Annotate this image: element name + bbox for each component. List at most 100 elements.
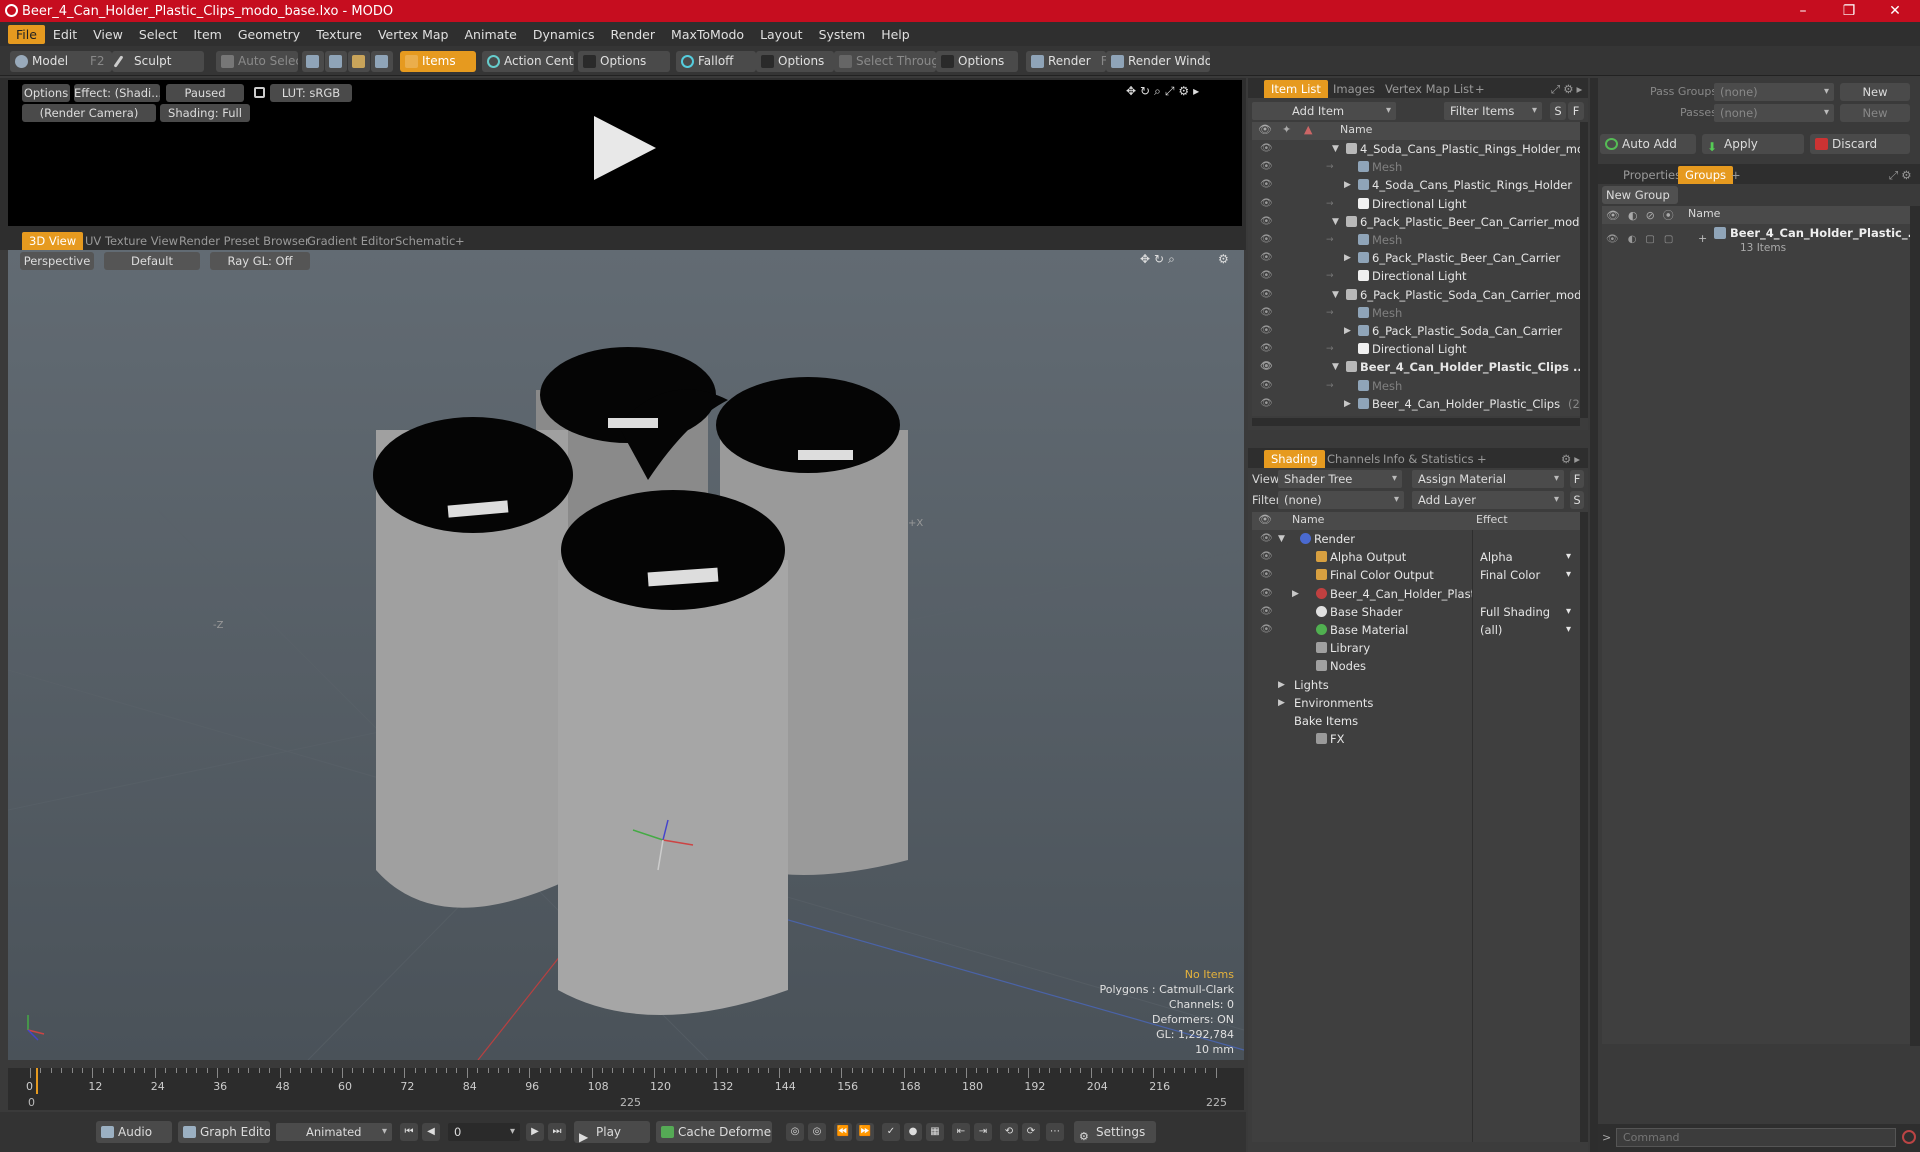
groups-scrollbar[interactable] (1910, 206, 1920, 1046)
item-list-row[interactable]: 👁 ▶ 6_Pack_Plastic_Soda_Can_Carrier (1252, 322, 1580, 340)
item-list-row[interactable]: 👁 → Mesh (1252, 158, 1580, 176)
visibility-eye-icon[interactable]: 👁 (1260, 162, 1273, 172)
grid-icon[interactable]: ▦ (926, 1123, 944, 1141)
visibility-eye-icon[interactable]: 👁 (1260, 362, 1273, 372)
visibility-eye-icon[interactable]: 👁 (1260, 235, 1273, 245)
play-icon[interactable] (592, 114, 658, 182)
auto-key-icon[interactable]: ✓ (882, 1123, 900, 1141)
chevron-down-icon[interactable]: ▾ (1566, 621, 1571, 639)
menu-file[interactable]: File (8, 24, 45, 44)
timeline[interactable]: 0 12 24 36 48 60 72 84 96 108 120 132 144 156 168 180 19… (8, 1068, 1244, 1110)
effect-dropdown[interactable]: Full Shading (1480, 603, 1550, 621)
item-list-row[interactable]: 👁 ▶ Beer_4_Can_Holder_Plastic_Clips (2) (1252, 395, 1580, 413)
shader-tree-row[interactable]: FX (1252, 730, 1580, 748)
visibility-eye-icon[interactable]: 👁 (1260, 534, 1273, 544)
item-list-row[interactable]: 👁 → Directional Light (1252, 195, 1580, 213)
menu-view[interactable]: View (85, 25, 131, 44)
key-icon[interactable]: ◎ (786, 1123, 804, 1141)
add-tab-icon[interactable]: + (1724, 166, 1748, 184)
play-button[interactable]: ▶ Play (574, 1121, 650, 1143)
render-camera-dropdown[interactable]: (Render Camera) (22, 104, 156, 122)
menu-render[interactable]: Render (603, 25, 664, 44)
auto-select-button[interactable]: Auto Select (216, 51, 298, 72)
settings-button[interactable]: ⚙ Settings (1074, 1121, 1156, 1143)
visibility-eye-icon[interactable]: 👁 (1260, 344, 1273, 354)
apply-button[interactable]: ⬇ Apply (1702, 134, 1804, 154)
materials-mode-button[interactable] (371, 51, 393, 72)
item-list-row[interactable]: 👁 → Mesh (1252, 304, 1580, 322)
viewport-settings-icon[interactable]: ⚙ (1218, 252, 1229, 266)
menu-maxtomodo[interactable]: MaxToModo (663, 25, 752, 44)
minimize-button[interactable]: – (1780, 0, 1826, 22)
group-row-icons[interactable]: 👁◐▢▢ (1606, 234, 1682, 245)
loop-icon[interactable]: ⟲ (1000, 1123, 1018, 1141)
polygons-mode-button[interactable] (348, 51, 370, 72)
menu-select[interactable]: Select (131, 25, 186, 44)
menu-layout[interactable]: Layout (752, 25, 811, 44)
filter-dropdown[interactable]: (none) (1278, 491, 1404, 509)
item-list-row[interactable]: 👁 ▼ Beer_4_Can_Holder_Plastic_Clips ... (1252, 358, 1580, 376)
item-list-row[interactable]: 👁 ▶ 6_Pack_Plastic_Beer_Can_Carrier (1252, 249, 1580, 267)
action-center-button[interactable]: Action Center (482, 51, 574, 72)
chevron-down-icon[interactable]: ▾ (1566, 548, 1571, 566)
visibility-eye-icon[interactable]: 👁 (1260, 144, 1273, 154)
pass-groups-dropdown[interactable]: (none) (1714, 83, 1834, 101)
visibility-eye-icon[interactable]: 👁 (1260, 180, 1273, 190)
expand-icon[interactable]: ▶ (1278, 694, 1285, 712)
panel-options-icon[interactable]: ⚙▸ (1554, 450, 1590, 468)
tab-shading[interactable]: Shading (1264, 450, 1325, 468)
item-list-scrollbar[interactable] (1580, 122, 1588, 418)
select-through-button[interactable]: Select Through (834, 51, 936, 72)
command-input[interactable] (1616, 1128, 1896, 1147)
view-dropdown[interactable]: Shader Tree (1278, 470, 1402, 488)
shader-tree-row[interactable]: 👁 Alpha Output Alpha ▾ (1252, 548, 1580, 566)
s-button[interactable]: S (1570, 491, 1584, 509)
item-list-row[interactable]: 👁 → Directional Light (1252, 267, 1580, 285)
prev-key-icon[interactable]: ◀ (422, 1123, 440, 1141)
3d-viewport[interactable]: Perspective Default Ray GL: Off ✥↻⌕ ⚙ +X… (8, 250, 1244, 1060)
group-row[interactable]: 👁◐▢▢ + Beer_4_Can_Holder_Plastic_... 13 … (1602, 224, 1920, 258)
shader-tree-row[interactable]: 👁 Base Material (all) ▾ (1252, 621, 1580, 639)
graph-editor-button[interactable]: Graph Editor (178, 1121, 270, 1143)
visibility-eye-icon[interactable]: 👁 (1260, 253, 1273, 263)
preview-nav-icons[interactable]: ✥↻⌕⤢⚙▸ (1126, 84, 1203, 99)
action-center-options-button[interactable]: Options (578, 51, 670, 72)
lock-icon[interactable] (254, 87, 265, 98)
menu-vertex-map[interactable]: Vertex Map (370, 25, 457, 44)
tab-vertex-map-list[interactable]: Vertex Map List (1378, 80, 1481, 98)
collapse-icon[interactable]: ▼ (1278, 530, 1285, 548)
effect-dropdown[interactable]: Final Color (1480, 566, 1540, 584)
tab-images[interactable]: Images (1326, 80, 1382, 98)
menu-item[interactable]: Item (185, 25, 229, 44)
visibility-eye-icon[interactable]: 👁 (1260, 570, 1273, 580)
shader-tree-row[interactable]: ▶ Lights (1252, 676, 1580, 694)
right-panel-splitter[interactable] (1590, 78, 1598, 1152)
animated-dropdown[interactable]: Animated (276, 1123, 392, 1141)
step-forward-icon[interactable]: ⇥ (974, 1123, 992, 1141)
filter-f-button[interactable]: F (1568, 102, 1584, 120)
item-list-row[interactable]: 👁 → Directional Light (1252, 340, 1580, 358)
timeline-playhead[interactable] (36, 1068, 38, 1094)
visibility-eye-icon[interactable]: 👁 (1260, 216, 1273, 227)
item-list-row[interactable]: 👁 ▼ 6_Pack_Plastic_Beer_Can_Carrier_modo..… (1252, 213, 1580, 231)
tab-uv-texture-view[interactable]: UV Texture View (78, 232, 185, 250)
record-icon[interactable]: ● (904, 1123, 922, 1141)
add-tab-icon[interactable]: + (1470, 450, 1494, 468)
edges-mode-button[interactable] (325, 51, 347, 72)
new-pass-button[interactable]: New (1840, 104, 1910, 122)
expand-icon[interactable]: + (1698, 232, 1707, 245)
viewport-nav-icons[interactable]: ✥↻⌕ (1140, 252, 1179, 267)
menu-system[interactable]: System (811, 25, 874, 44)
item-list-row[interactable]: 👁 ▶ 4_Soda_Cans_Plastic_Rings_Holder (1252, 176, 1580, 194)
menu-dynamics[interactable]: Dynamics (525, 25, 603, 44)
shading-dropdown[interactable]: Shading: Full (160, 104, 250, 122)
next-frame-icon[interactable]: ⏩ (856, 1123, 874, 1141)
frame-input[interactable]: 0 (448, 1123, 520, 1141)
shader-tree-row[interactable]: Bake Items (1252, 712, 1580, 730)
visibility-eye-icon[interactable]: 👁 (1260, 606, 1273, 617)
expand-icon[interactable]: ▶ (1344, 395, 1351, 413)
close-button[interactable]: ✕ (1872, 0, 1918, 22)
chevron-down-icon[interactable]: ▾ (1566, 566, 1571, 584)
visibility-eye-icon[interactable]: 👁 (1260, 289, 1273, 300)
auto-add-button[interactable]: Auto Add (1600, 134, 1696, 154)
